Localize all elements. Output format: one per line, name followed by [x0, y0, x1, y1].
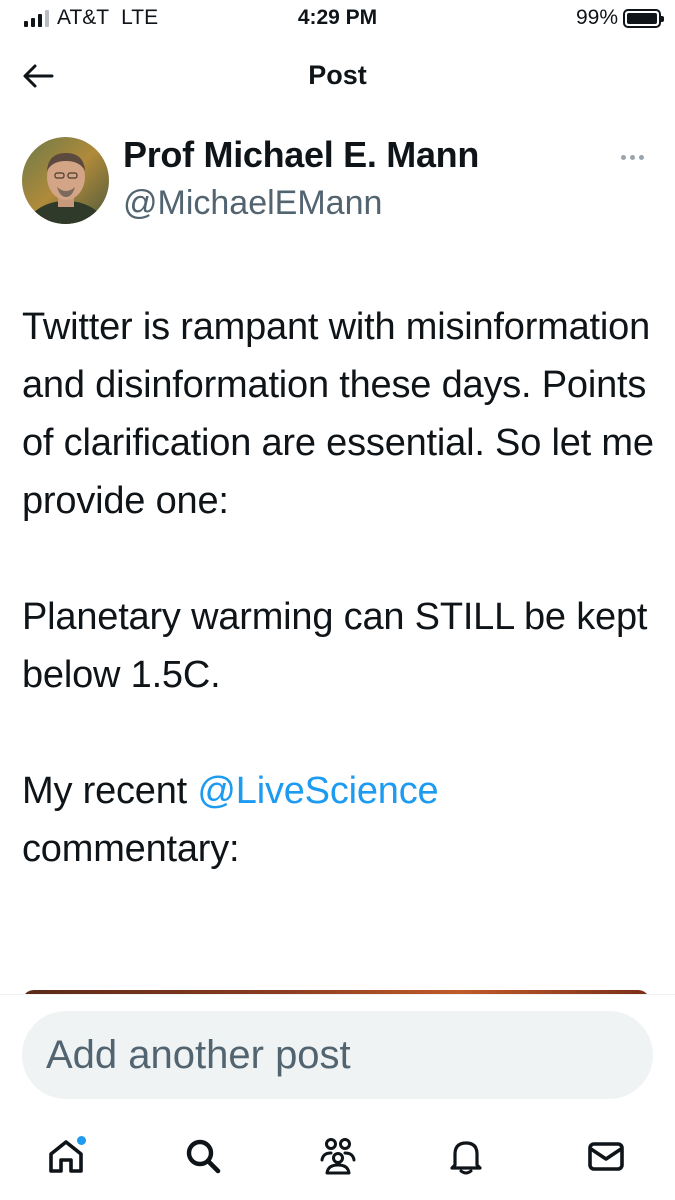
post-author: Prof Michael E. Mann @MichaelEMann: [22, 134, 662, 230]
post-paragraph: Planetary warming can STILL be kept belo…: [22, 596, 648, 696]
tab-notifications[interactable]: [440, 1130, 492, 1182]
bell-icon: [450, 1141, 482, 1175]
communities-icon: [320, 1138, 356, 1175]
ellipsis-icon: [620, 154, 644, 160]
status-right: 99%: [575, 6, 664, 30]
tab-communities[interactable]: [312, 1130, 364, 1182]
tab-search[interactable]: [177, 1130, 229, 1182]
post-text: Twitter is rampant with misinformation a…: [22, 298, 662, 878]
paragraph-suffix: commentary:: [22, 828, 240, 870]
battery-icon: [623, 8, 664, 28]
mention-link[interactable]: @LiveScience: [197, 770, 438, 812]
author-name[interactable]: Prof Michael E. Mann: [123, 134, 479, 176]
author-handle[interactable]: @MichaelEMann: [123, 184, 382, 223]
tab-messages[interactable]: [580, 1130, 632, 1182]
paragraph-prefix: My recent: [22, 770, 198, 812]
avatar[interactable]: [22, 137, 109, 224]
mail-icon: [588, 1142, 624, 1171]
post-paragraph: My recent @LiveScience commentary:: [22, 762, 662, 878]
post-paragraph: Twitter is rampant with misinformation a…: [22, 306, 654, 522]
status-time: 4:29 PM: [297, 6, 378, 29]
notification-dot: [77, 1136, 86, 1145]
status-bar: AT&T LTE 4:29 PM 99%: [0, 0, 675, 38]
search-icon: [186, 1139, 221, 1174]
tab-home[interactable]: [40, 1130, 92, 1182]
battery-fill: [627, 12, 657, 24]
page-title: Post: [308, 60, 367, 90]
avatar-image: [22, 137, 109, 224]
reply-bar: [0, 994, 675, 1112]
tab-bar: [0, 1112, 675, 1200]
header: Post: [0, 48, 675, 104]
reply-input[interactable]: [22, 1011, 653, 1099]
battery-percent: 99%: [575, 6, 618, 29]
more-options-button[interactable]: [610, 142, 654, 172]
